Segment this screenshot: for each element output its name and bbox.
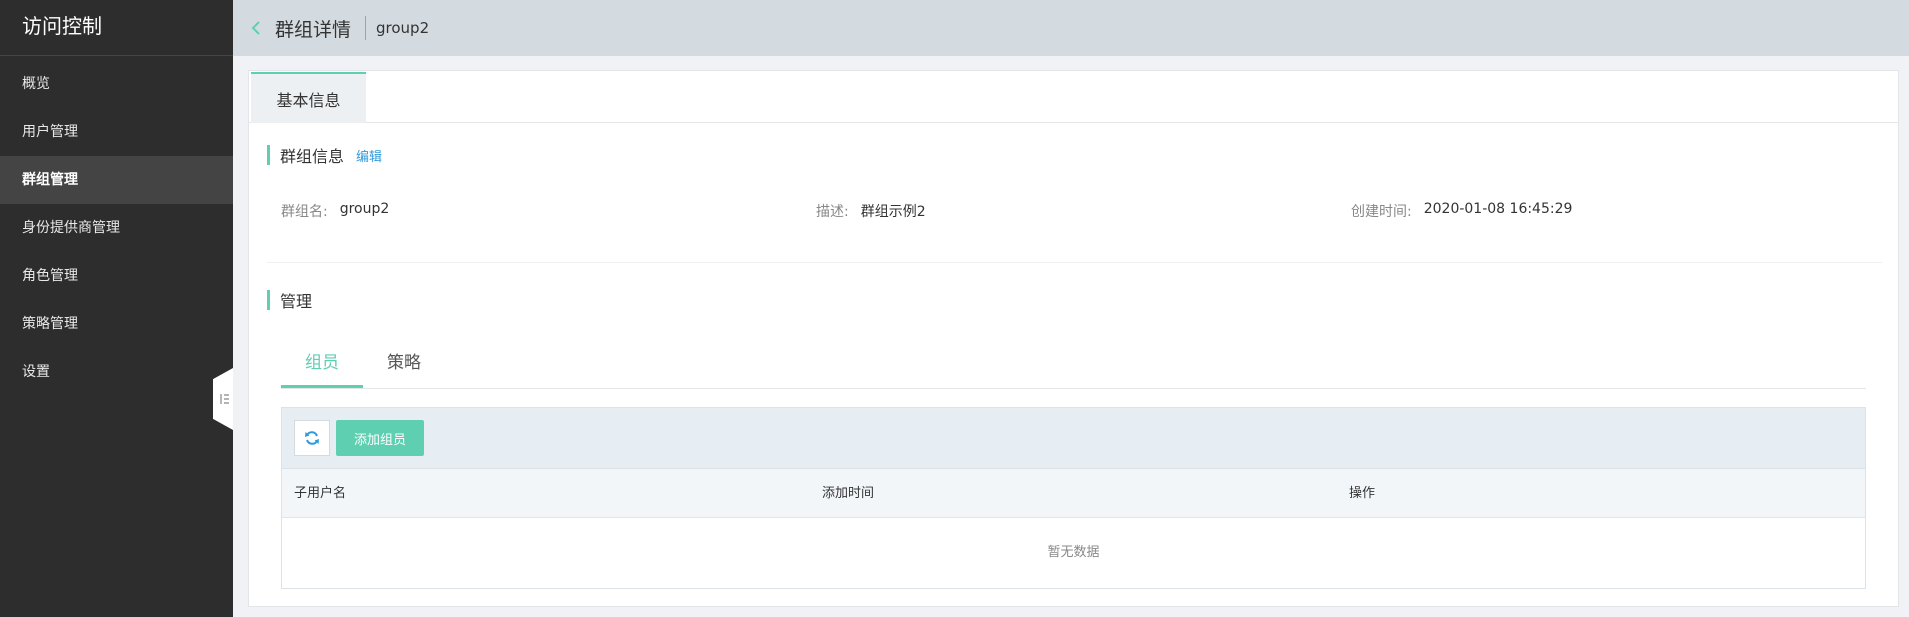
table-header: 子用户名 添加时间 操作 [282, 469, 1865, 518]
tab-members[interactable]: 组员 [281, 341, 363, 388]
sidebar-item-roles[interactable]: 角色管理 [0, 252, 233, 300]
refresh-button[interactable] [294, 420, 330, 456]
sidebar-nav: 概览 用户管理 群组管理 身份提供商管理 角色管理 策略管理 设置 [0, 60, 233, 396]
tab-basic-info[interactable]: 基本信息 [251, 72, 366, 123]
tab-bar: 基本信息 [249, 71, 1898, 123]
group-created-label: 创建时间: [1351, 204, 1412, 220]
column-header-actions: 操作 [1349, 486, 1376, 501]
group-name-value: group2 [339, 201, 390, 217]
sidebar-item-users[interactable]: 用户管理 [0, 108, 233, 156]
group-name-label: 群组名: [281, 204, 328, 220]
manage-section-header: 管理 [267, 288, 312, 312]
section-accent-bar [267, 145, 270, 165]
column-header-added-time: 添加时间 [822, 486, 875, 501]
manage-subtabs: 组员 策略 [281, 341, 1866, 389]
chevron-left-icon[interactable] [251, 21, 265, 35]
sidebar-item-policies[interactable]: 策略管理 [0, 300, 233, 348]
group-info-section-header: 群组信息 编辑 [267, 143, 382, 167]
group-desc-value: 群组示例2 [860, 204, 926, 220]
members-table: 添加组员 子用户名 添加时间 操作 暂无数据 [281, 407, 1866, 589]
column-header-username: 子用户名 [294, 486, 347, 501]
group-name-field: 群组名: group2 [281, 201, 389, 221]
edit-link[interactable]: 编辑 [356, 146, 382, 165]
page-header: 群组详情 group2 [233, 0, 1909, 56]
page-subtitle: group2 [376, 19, 430, 37]
manage-title: 管理 [280, 292, 313, 311]
group-created-field: 创建时间: 2020-01-08 16:45:29 [1351, 201, 1572, 221]
refresh-icon [305, 431, 319, 445]
group-info-title: 群组信息 [280, 147, 345, 166]
add-member-button[interactable]: 添加组员 [336, 420, 425, 456]
sidebar: 访问控制 概览 用户管理 群组管理 身份提供商管理 角色管理 策略管理 设置 [0, 0, 233, 617]
sidebar-item-groups[interactable]: 群组管理 [0, 156, 233, 204]
main-panel: 基本信息 群组信息 编辑 群组名: group2 描述: 群组示例2 创建时间:… [248, 70, 1899, 607]
sidebar-item-overview[interactable]: 概览 [0, 60, 233, 108]
header-divider [365, 16, 367, 40]
sidebar-item-settings[interactable]: 设置 [0, 348, 233, 396]
page-title: 群组详情 [275, 18, 352, 41]
group-desc-label: 描述: [816, 204, 849, 220]
section-divider [267, 262, 1882, 263]
section-accent-bar [267, 290, 270, 310]
group-desc-field: 描述: 群组示例2 [816, 201, 926, 221]
collapse-left-icon [220, 394, 229, 404]
sidebar-item-identity-providers[interactable]: 身份提供商管理 [0, 204, 233, 252]
tab-policies[interactable]: 策略 [363, 341, 445, 388]
group-created-value: 2020-01-08 16:45:29 [1423, 201, 1573, 217]
table-toolbar: 添加组员 [282, 408, 1865, 469]
sidebar-title: 访问控制 [0, 0, 233, 56]
empty-state-text: 暂无数据 [1047, 545, 1100, 560]
